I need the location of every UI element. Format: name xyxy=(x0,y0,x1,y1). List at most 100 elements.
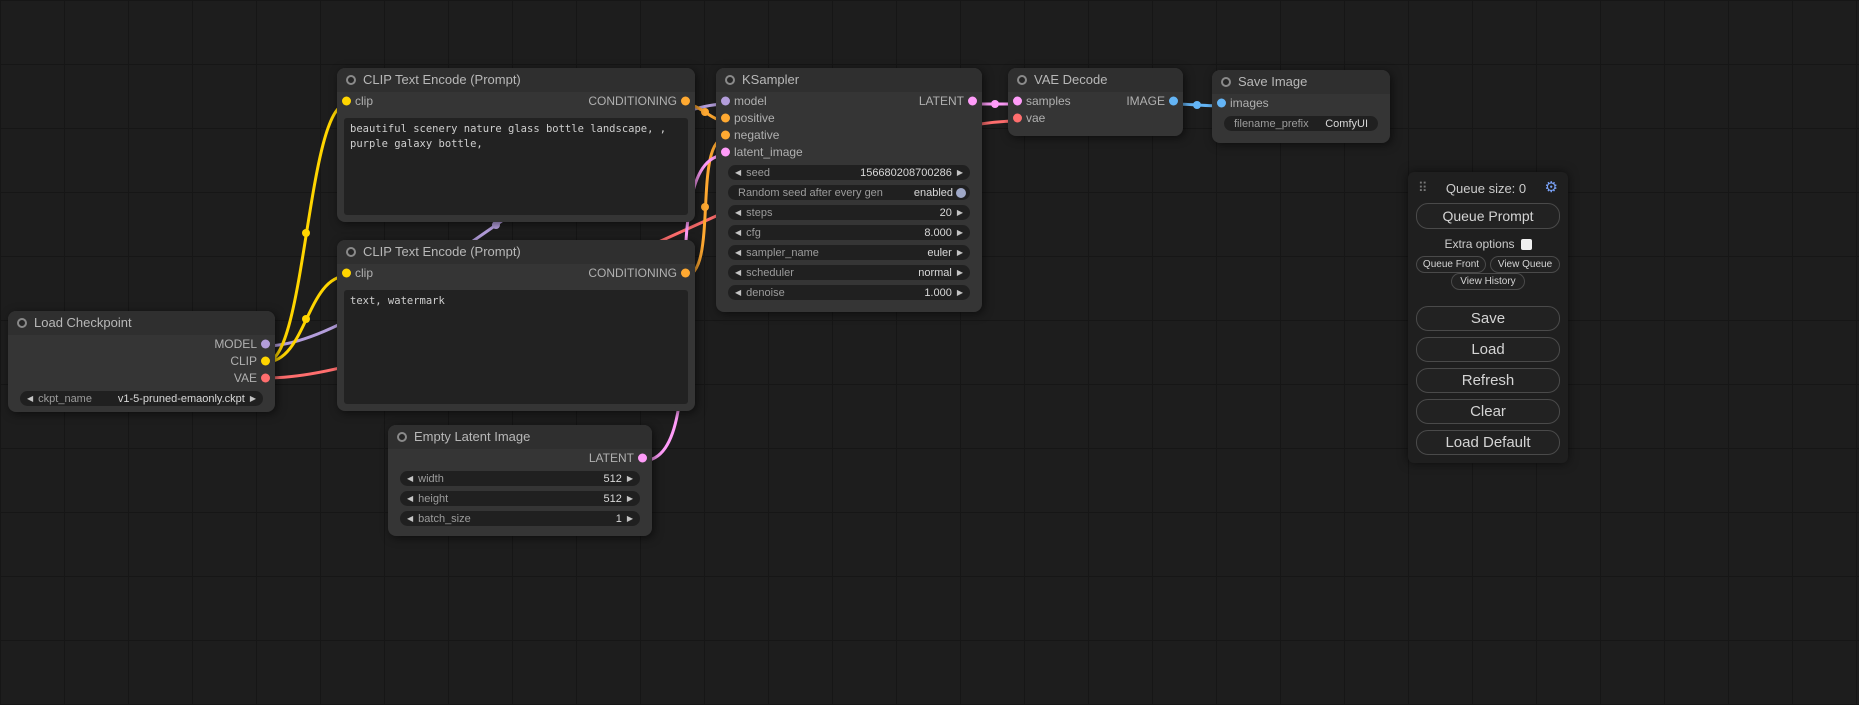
output-dot-latent[interactable] xyxy=(968,96,977,105)
widget-height[interactable]: ◀ height 512 ▶ xyxy=(400,491,640,506)
decrement-arrow-icon[interactable]: ◀ xyxy=(407,511,413,526)
slot-row: VAE xyxy=(8,369,275,386)
node-vae-decode[interactable]: VAE Decode samples IMAGE vae xyxy=(1008,68,1183,136)
decrement-arrow-icon[interactable]: ◀ xyxy=(407,471,413,486)
output-label-latent: LATENT xyxy=(919,94,964,108)
prompt-textarea[interactable]: text, watermark xyxy=(344,290,688,404)
increment-arrow-icon[interactable]: ▶ xyxy=(627,491,633,506)
output-dot-conditioning[interactable] xyxy=(681,96,690,105)
save-button[interactable]: Save xyxy=(1416,306,1560,331)
input-dot-images[interactable] xyxy=(1217,98,1226,107)
widget-sampler-name[interactable]: ◀ sampler_name euler ▶ xyxy=(728,245,970,260)
increment-arrow-icon[interactable]: ▶ xyxy=(627,471,633,486)
node-load-checkpoint[interactable]: Load Checkpoint MODEL CLIP VAE ◀ ckpt_na… xyxy=(8,311,275,412)
output-dot-clip[interactable] xyxy=(261,356,270,365)
collapse-dot-icon[interactable] xyxy=(1221,77,1231,87)
load-button[interactable]: Load xyxy=(1416,337,1560,362)
widget-value: ComfyUI xyxy=(1325,118,1368,130)
input-label-samples: samples xyxy=(1026,94,1071,108)
widget-value: 512 xyxy=(603,473,621,485)
queue-front-button[interactable]: Queue Front xyxy=(1416,256,1486,273)
output-dot-model[interactable] xyxy=(261,339,270,348)
output-label-latent: LATENT xyxy=(589,451,634,465)
extra-options-checkbox[interactable] xyxy=(1521,239,1532,250)
decrement-arrow-icon[interactable]: ◀ xyxy=(27,391,33,406)
increment-arrow-icon[interactable]: ▶ xyxy=(957,285,963,300)
decrement-arrow-icon[interactable]: ◀ xyxy=(735,285,741,300)
output-dot-conditioning[interactable] xyxy=(681,268,690,277)
increment-arrow-icon[interactable]: ▶ xyxy=(250,391,256,406)
node-title-bar[interactable]: Empty Latent Image xyxy=(388,425,652,449)
decrement-arrow-icon[interactable]: ◀ xyxy=(735,245,741,260)
widget-scheduler[interactable]: ◀ scheduler normal ▶ xyxy=(728,265,970,280)
toggle-on-icon[interactable] xyxy=(956,188,966,198)
node-title-bar[interactable]: Save Image xyxy=(1212,70,1390,94)
input-dot-samples[interactable] xyxy=(1013,96,1022,105)
increment-arrow-icon[interactable]: ▶ xyxy=(957,265,963,280)
clear-button[interactable]: Clear xyxy=(1416,399,1560,424)
view-queue-button[interactable]: View Queue xyxy=(1490,256,1560,273)
widget-value: 1 xyxy=(616,513,622,525)
widget-width[interactable]: ◀ width 512 ▶ xyxy=(400,471,640,486)
queue-prompt-button[interactable]: Queue Prompt xyxy=(1416,203,1560,229)
decrement-arrow-icon[interactable]: ◀ xyxy=(735,205,741,220)
node-clip-text-encode-positive[interactable]: CLIP Text Encode (Prompt) clip CONDITION… xyxy=(337,68,695,222)
widget-name: seed xyxy=(746,167,770,179)
widget-random-seed-toggle[interactable]: Random seed after every gen enabled xyxy=(728,185,970,200)
node-empty-latent-image[interactable]: Empty Latent Image LATENT ◀ width 512 ▶ … xyxy=(388,425,652,536)
collapse-dot-icon[interactable] xyxy=(1017,75,1027,85)
prompt-textarea[interactable]: beautiful scenery nature glass bottle la… xyxy=(344,118,688,215)
collapse-dot-icon[interactable] xyxy=(725,75,735,85)
widget-ckpt-name[interactable]: ◀ ckpt_name v1-5-pruned-emaonly.ckpt ▶ xyxy=(20,391,263,406)
increment-arrow-icon[interactable]: ▶ xyxy=(627,511,633,526)
input-dot-negative[interactable] xyxy=(721,130,730,139)
node-title-bar[interactable]: Load Checkpoint xyxy=(8,311,275,335)
decrement-arrow-icon[interactable]: ◀ xyxy=(735,225,741,240)
refresh-button[interactable]: Refresh xyxy=(1416,368,1560,393)
output-dot-image[interactable] xyxy=(1169,96,1178,105)
node-title-bar[interactable]: KSampler xyxy=(716,68,982,92)
decrement-arrow-icon[interactable]: ◀ xyxy=(407,491,413,506)
node-graph-canvas[interactable]: Load Checkpoint MODEL CLIP VAE ◀ ckpt_na… xyxy=(0,0,1859,705)
widget-seed[interactable]: ◀ seed 156680208700286 ▶ xyxy=(728,165,970,180)
view-history-button[interactable]: View History xyxy=(1451,273,1525,290)
wire-midpoint-dot xyxy=(701,203,709,211)
collapse-dot-icon[interactable] xyxy=(346,247,356,257)
output-dot-vae[interactable] xyxy=(261,373,270,382)
drag-handle-icon[interactable]: ⠿ xyxy=(1418,180,1428,196)
input-dot-model[interactable] xyxy=(721,96,730,105)
load-default-button[interactable]: Load Default xyxy=(1416,430,1560,455)
node-title-bar[interactable]: VAE Decode xyxy=(1008,68,1183,92)
node-title-bar[interactable]: CLIP Text Encode (Prompt) xyxy=(337,68,695,92)
input-dot-latent-image[interactable] xyxy=(721,147,730,156)
slot-row: MODEL xyxy=(8,335,275,352)
increment-arrow-icon[interactable]: ▶ xyxy=(957,245,963,260)
node-save-image[interactable]: Save Image images filename_prefix ComfyU… xyxy=(1212,70,1390,143)
output-dot-latent[interactable] xyxy=(638,453,647,462)
widget-filename-prefix[interactable]: filename_prefix ComfyUI xyxy=(1224,116,1378,131)
decrement-arrow-icon[interactable]: ◀ xyxy=(735,265,741,280)
collapse-dot-icon[interactable] xyxy=(17,318,27,328)
widget-cfg[interactable]: ◀ cfg 8.000 ▶ xyxy=(728,225,970,240)
settings-gear-icon[interactable]: ⚙ xyxy=(1545,181,1558,195)
input-dot-positive[interactable] xyxy=(721,113,730,122)
wire-midpoint-dot xyxy=(991,100,999,108)
node-title-bar[interactable]: CLIP Text Encode (Prompt) xyxy=(337,240,695,264)
widget-batch-size[interactable]: ◀ batch_size 1 ▶ xyxy=(400,511,640,526)
widget-steps[interactable]: ◀ steps 20 ▶ xyxy=(728,205,970,220)
input-label-latent-image: latent_image xyxy=(734,145,803,159)
increment-arrow-icon[interactable]: ▶ xyxy=(957,225,963,240)
decrement-arrow-icon[interactable]: ◀ xyxy=(735,165,741,180)
collapse-dot-icon[interactable] xyxy=(397,432,407,442)
node-clip-text-encode-negative[interactable]: CLIP Text Encode (Prompt) clip CONDITION… xyxy=(337,240,695,411)
node-ksampler[interactable]: KSampler model LATENT positive negative … xyxy=(716,68,982,312)
widget-value: enabled xyxy=(914,187,953,199)
increment-arrow-icon[interactable]: ▶ xyxy=(957,205,963,220)
widget-denoise[interactable]: ◀ denoise 1.000 ▶ xyxy=(728,285,970,300)
collapse-dot-icon[interactable] xyxy=(346,75,356,85)
input-dot-vae[interactable] xyxy=(1013,113,1022,122)
input-label-model: model xyxy=(734,94,767,108)
input-dot-clip[interactable] xyxy=(342,268,351,277)
input-dot-clip[interactable] xyxy=(342,96,351,105)
increment-arrow-icon[interactable]: ▶ xyxy=(957,165,963,180)
